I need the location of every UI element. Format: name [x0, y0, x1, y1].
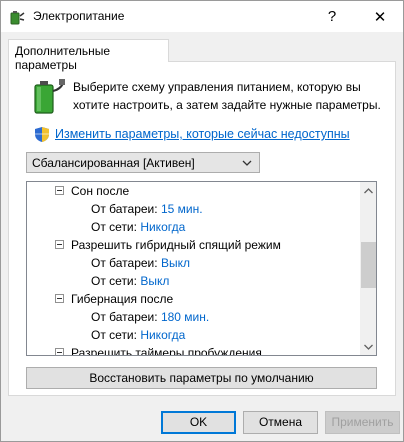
collapse-icon[interactable] — [55, 186, 64, 195]
tab-advanced-settings[interactable]: Дополнительные параметры — [8, 39, 169, 72]
tree-setting-label: От сети: — [91, 328, 141, 342]
scroll-up-button[interactable] — [360, 182, 376, 199]
collapse-icon[interactable] — [55, 348, 64, 355]
chevron-down-icon — [242, 160, 252, 166]
title-bar: Электропитание ? ✕ — [1, 1, 403, 32]
tree-setting-value[interactable]: Выкл — [161, 256, 190, 270]
chevron-up-icon — [364, 187, 373, 193]
collapse-icon[interactable] — [55, 240, 64, 249]
tree-group[interactable]: Разрешить таймеры пробуждения — [27, 344, 357, 356]
tree-group[interactable]: Разрешить гибридный спящий режим — [27, 236, 357, 254]
tree-group-label: Сон после — [71, 184, 130, 198]
tree-setting-value[interactable]: 180 мин. — [161, 310, 209, 324]
tree-setting-value[interactable]: Выкл — [140, 274, 169, 288]
apply-button[interactable]: Применить — [325, 411, 400, 434]
tree-setting[interactable]: От сети: Никогда — [91, 218, 185, 236]
tree-setting-label: От батареи: — [91, 256, 161, 270]
tree-group[interactable]: Сон после — [27, 182, 357, 200]
window-title: Электропитание — [33, 9, 125, 23]
tree-setting[interactable]: От батареи: 180 мин. — [91, 308, 209, 326]
tree-setting-label: От сети: — [91, 274, 141, 288]
tree-setting-label: От сети: — [91, 220, 141, 234]
power-options-dialog: Электропитание ? ✕ Дополнительные параме… — [0, 0, 404, 442]
tree-setting-value[interactable]: Никогда — [140, 328, 185, 342]
tree-setting[interactable]: От сети: Никогда — [91, 326, 185, 344]
power-plan-select-value: Сбалансированная [Активен] — [32, 156, 195, 170]
collapse-icon[interactable] — [55, 294, 64, 303]
tree-group-label: Гибернация после — [71, 292, 174, 306]
chevron-down-icon — [364, 344, 373, 350]
tree-setting[interactable]: От батареи: 15 мин. — [91, 200, 203, 218]
tree-setting-label: От батареи: — [91, 310, 161, 324]
tree-setting-value[interactable]: Никогда — [140, 220, 185, 234]
help-button[interactable]: ? — [309, 1, 355, 32]
tree-group[interactable]: Гибернация после — [27, 290, 357, 308]
settings-tree[interactable]: Сон после От батареи: 15 мин. От сети: Н… — [26, 181, 377, 356]
tree-scrollbar[interactable] — [360, 182, 376, 355]
uac-shield-icon — [35, 127, 49, 142]
tree-setting-label: От батареи: — [91, 202, 161, 216]
restore-defaults-button[interactable]: Восстановить параметры по умолчанию — [26, 367, 377, 389]
battery-plug-icon — [34, 79, 65, 114]
tree-setting[interactable]: От батареи: Выкл — [91, 254, 190, 272]
tree-group-label: Разрешить таймеры пробуждения — [71, 346, 262, 356]
scroll-down-button[interactable] — [360, 338, 376, 355]
cancel-button[interactable]: Отмена — [243, 411, 318, 434]
close-icon: ✕ — [373, 8, 387, 26]
close-button[interactable]: ✕ — [357, 1, 403, 32]
tree-setting[interactable]: От сети: Выкл — [91, 272, 169, 290]
scrollbar-thumb[interactable] — [361, 242, 376, 288]
description-text: Выберите схему управления питанием, кото… — [73, 80, 381, 112]
ok-button[interactable]: OK — [161, 411, 236, 434]
change-unavailable-settings-link[interactable]: Изменить параметры, которые сейчас недос… — [55, 127, 350, 141]
power-plan-select[interactable]: Сбалансированная [Активен] — [26, 152, 260, 173]
tree-group-label: Разрешить гибридный спящий режим — [71, 238, 281, 252]
tree-setting-value[interactable]: 15 мин. — [161, 202, 203, 216]
power-options-icon — [10, 11, 25, 25]
